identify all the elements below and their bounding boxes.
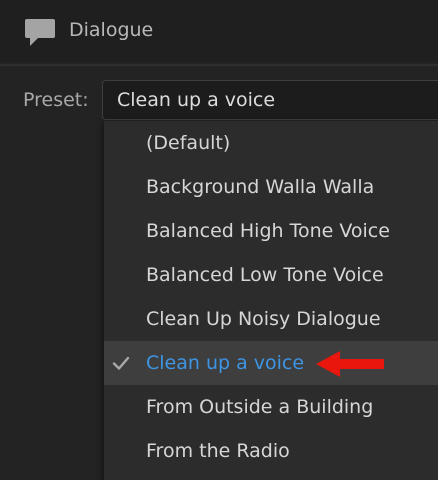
preset-label: Preset: — [23, 89, 89, 111]
panel-header: Dialogue — [0, 0, 438, 62]
speech-bubble-icon — [25, 19, 55, 46]
checkmark-icon — [112, 356, 130, 370]
menu-item-default[interactable]: (Default) — [104, 121, 438, 165]
menu-item-label: Clean Up Noisy Dialogue — [146, 308, 381, 330]
menu-item-label: Balanced Low Tone Voice — [146, 264, 384, 286]
menu-item-background-walla-walla[interactable]: Background Walla Walla — [104, 165, 438, 209]
panel-title: Dialogue — [69, 19, 154, 41]
header-divider — [0, 64, 438, 66]
essential-sound-panel: Dialogue Preset: Clean up a voice (Defau… — [0, 0, 438, 480]
menu-item-clean-up-noisy-dialogue[interactable]: Clean Up Noisy Dialogue — [104, 297, 438, 341]
menu-item-from-outside-a-building[interactable]: From Outside a Building — [104, 385, 438, 429]
preset-dropdown-menu: (Default) Background Walla Walla Balance… — [104, 121, 438, 480]
menu-item-label: Balanced High Tone Voice — [146, 220, 390, 242]
menu-item-label: From Outside a Building — [146, 396, 374, 418]
red-arrow-icon — [316, 351, 384, 377]
preset-dropdown-value: Clean up a voice — [117, 89, 276, 111]
menu-item-label: From the Radio — [146, 440, 290, 462]
menu-item-balanced-low-tone-voice[interactable]: Balanced Low Tone Voice — [104, 253, 438, 297]
menu-item-clean-up-a-voice[interactable]: Clean up a voice — [104, 341, 438, 385]
menu-item-label: (Default) — [146, 132, 231, 154]
menu-item-balanced-high-tone-voice[interactable]: Balanced High Tone Voice — [104, 209, 438, 253]
menu-item-from-the-radio[interactable]: From the Radio — [104, 429, 438, 473]
menu-item-label: Clean up a voice — [146, 352, 305, 374]
preset-dropdown[interactable]: Clean up a voice — [102, 80, 438, 120]
menu-item-label: Background Walla Walla — [146, 176, 375, 198]
